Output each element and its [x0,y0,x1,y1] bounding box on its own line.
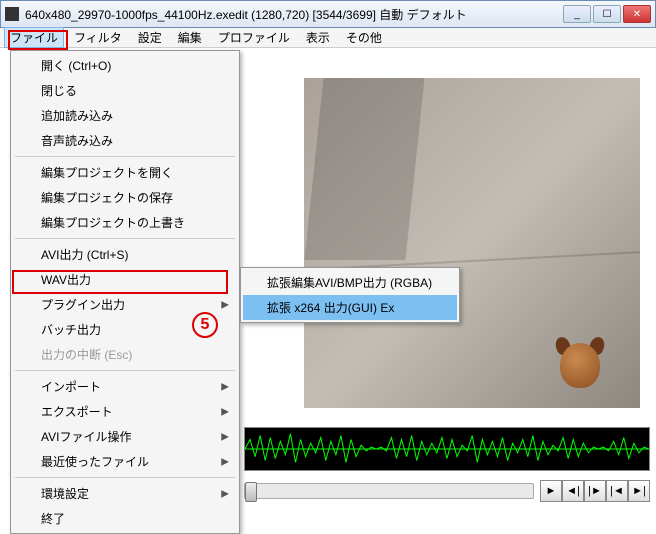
menu-save-project[interactable]: 編集プロジェクトの保存 [13,185,237,210]
play-button[interactable]: ► [540,480,562,502]
file-menu-dropdown: 開く (Ctrl+O) 閉じる 追加読み込み 音声読み込み 編集プロジェクトを開… [10,50,240,534]
separator [15,156,235,157]
title-bar: 640x480_29970-1000fps_44100Hz.exedit (12… [0,0,656,28]
annotation-step-number: 5 [192,312,218,338]
separator [15,477,235,478]
preview-subject-body [560,343,600,388]
menu-avi-out[interactable]: AVI出力 (Ctrl+S) [13,242,237,267]
transport-bar: ► ◄| |► |◄ ►| [244,475,650,507]
menu-filter[interactable]: フィルタ [68,27,128,48]
menu-bar: ファイル フィルタ 設定 編集 プロファイル 表示 その他 [0,28,656,48]
maximize-button[interactable]: ☐ [593,5,621,23]
audio-waveform [244,427,650,471]
submenu-arrow-icon: ▶ [221,299,229,310]
menu-settings[interactable]: 設定 [132,27,168,48]
menu-plugin-out-label: プラグイン出力 [41,298,125,312]
separator [15,238,235,239]
plugin-out-submenu: 拡張編集AVI/BMP出力 (RGBA) 拡張 x264 出力(GUI) Ex [240,267,460,323]
menu-view[interactable]: 表示 [300,27,336,48]
preview-subject [550,333,610,398]
menu-abort-out: 出力の中断 (Esc) [13,342,237,367]
menu-append[interactable]: 追加読み込み [13,103,237,128]
menu-open-project[interactable]: 編集プロジェクトを開く [13,160,237,185]
menu-avi-ops[interactable]: AVIファイル操作 ▶ [13,424,237,449]
menu-recent[interactable]: 最近使ったファイル ▶ [13,449,237,474]
window-title: 640x480_29970-1000fps_44100Hz.exedit (12… [25,6,563,23]
separator [15,370,235,371]
submenu-x264[interactable]: 拡張 x264 出力(GUI) Ex [243,295,457,320]
submenu-arrow-icon: ▶ [221,406,229,417]
menu-overwrite-project[interactable]: 編集プロジェクトの上書き [13,210,237,235]
step-back-button[interactable]: ◄| [562,480,584,502]
menu-audio-load[interactable]: 音声読み込み [13,128,237,153]
menu-wav-out[interactable]: WAV出力 [13,267,237,292]
submenu-arrow-icon: ▶ [221,488,229,499]
menu-other[interactable]: その他 [340,27,388,48]
menu-edit[interactable]: 編集 [172,27,208,48]
preview-shadow [305,78,425,260]
app-icon [5,7,19,21]
menu-profile[interactable]: プロファイル [212,27,296,48]
submenu-arrow-icon: ▶ [221,381,229,392]
seek-slider[interactable] [244,483,534,499]
menu-open[interactable]: 開く (Ctrl+O) [13,53,237,78]
menu-env[interactable]: 環境設定 ▶ [13,481,237,506]
menu-export[interactable]: エクスポート ▶ [13,399,237,424]
close-button[interactable]: ✕ [623,5,651,23]
video-preview [304,78,640,408]
menu-env-label: 環境設定 [41,487,89,501]
last-frame-button[interactable]: ►| [628,480,650,502]
preview-area [244,50,650,423]
menu-exit[interactable]: 終了 [13,506,237,531]
menu-import[interactable]: インポート ▶ [13,374,237,399]
menu-recent-label: 最近使ったファイル [41,455,149,469]
menu-file[interactable]: ファイル [4,27,64,48]
first-frame-button[interactable]: |◄ [606,480,628,502]
seek-thumb[interactable] [245,482,257,502]
waveform-svg [245,428,649,470]
menu-avi-ops-label: AVIファイル操作 [41,430,131,444]
menu-close-file[interactable]: 閉じる [13,78,237,103]
transport-controls: ► ◄| |► |◄ ►| [540,480,650,502]
minimize-button[interactable]: _ [563,5,591,23]
menu-import-label: インポート [41,380,101,394]
submenu-avi-bmp[interactable]: 拡張編集AVI/BMP出力 (RGBA) [243,270,457,295]
menu-export-label: エクスポート [41,405,113,419]
submenu-arrow-icon: ▶ [221,456,229,467]
step-fwd-button[interactable]: |► [584,480,606,502]
submenu-arrow-icon: ▶ [221,431,229,442]
window-controls: _ ☐ ✕ [563,5,651,23]
